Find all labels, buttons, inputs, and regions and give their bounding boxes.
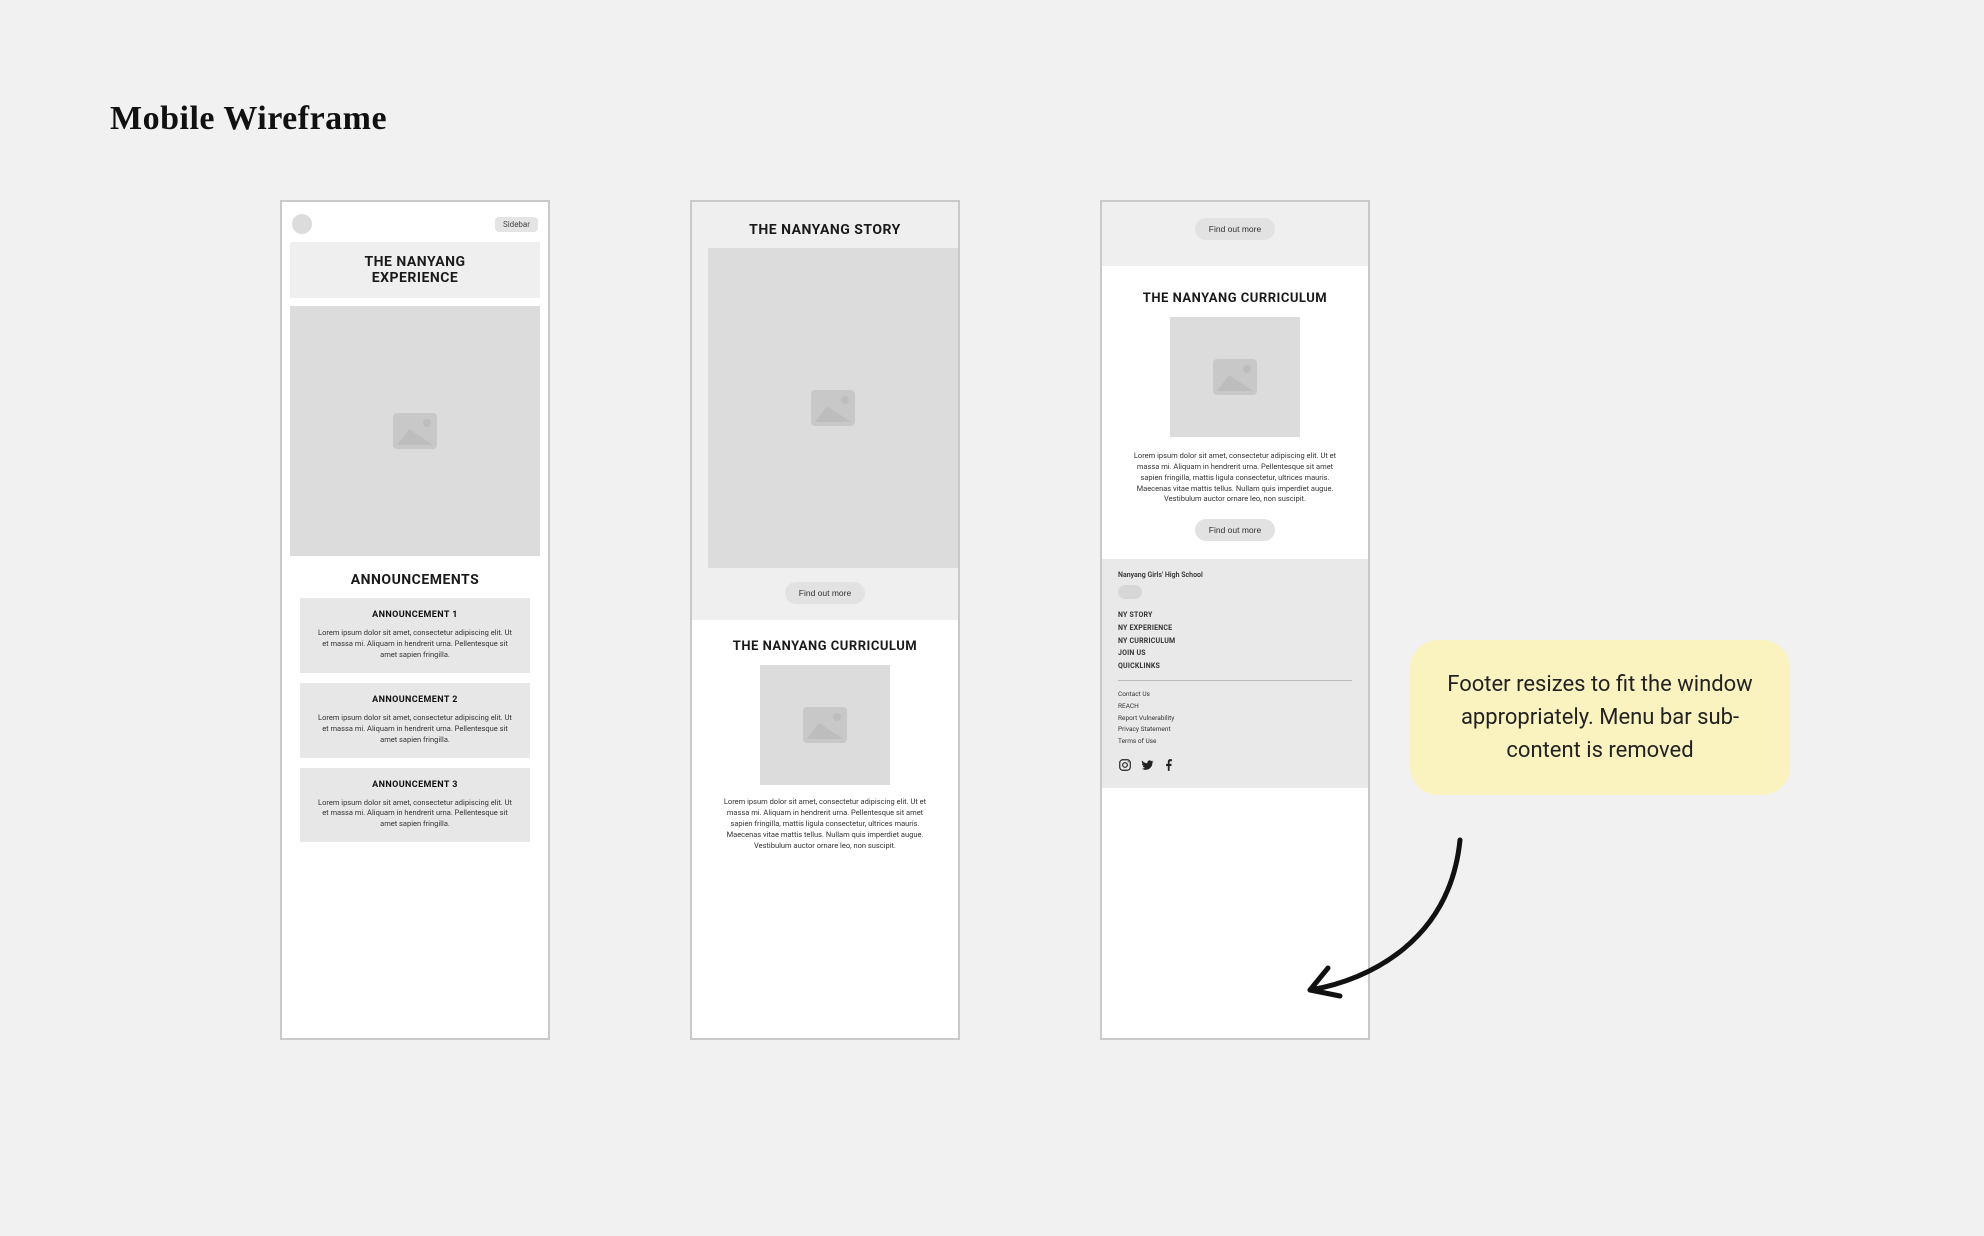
footer-nav-item[interactable]: NY CURRICULUM [1118,635,1352,648]
hero-block: THE NANYANG EXPERIENCE [290,242,540,298]
find-out-more-button[interactable]: Find out more [785,582,865,604]
image-icon [1213,359,1257,395]
story-heading: THE NANYANG STORY [700,222,950,238]
footer-nav-item[interactable]: JOIN US [1118,647,1352,660]
curriculum-heading: THE NANYANG CURRICULUM [1110,292,1360,307]
sidebar-chip[interactable]: Sidebar [495,217,538,232]
footer-link[interactable]: Terms of Use [1118,736,1352,748]
footer-secondary-nav: Contact Us REACH Report Vulnerability Pr… [1118,689,1352,747]
footer-logo-icon [1118,585,1142,599]
facebook-icon[interactable] [1162,758,1176,772]
image-icon [811,390,855,426]
footer-school-name: Nanyang Girls' High School [1118,571,1352,579]
footer-nav-item[interactable]: NY EXPERIENCE [1118,622,1352,635]
wireframe-canvas: Mobile Wireframe Sidebar THE NANYANG EXP… [0,0,1984,1236]
curriculum-body: Lorem ipsum dolor sit amet, consectetur … [1110,451,1360,505]
find-out-more-button[interactable]: Find out more [1195,519,1275,541]
card-body: Lorem ipsum dolor sit amet, consectetur … [314,713,516,746]
card-title: ANNOUNCEMENT 1 [314,610,516,620]
topbar: Sidebar [290,210,540,236]
footer-nav-item[interactable]: NY STORY [1118,609,1352,622]
card-title: ANNOUNCEMENT 3 [314,780,516,790]
card-title: ANNOUNCEMENT 2 [314,695,516,705]
logo-icon [292,214,312,234]
footer-nav-item[interactable]: QUICKLINKS [1118,660,1352,673]
announcements-heading: ANNOUNCEMENTS [290,572,540,588]
footer-divider [1118,680,1352,681]
find-out-more-button[interactable]: Find out more [1195,218,1275,240]
annotation-note: Footer resizes to fit the window appropr… [1410,640,1790,795]
image-placeholder [1170,317,1300,437]
image-placeholder [760,665,890,785]
footer-link[interactable]: Contact Us [1118,689,1352,701]
hero-title-line1: THE NANYANG [364,254,465,270]
announcement-card[interactable]: ANNOUNCEMENT 2 Lorem ipsum dolor sit ame… [300,683,530,758]
mobile-frame-3: Find out more THE NANYANG CURRICULUM Lor… [1100,200,1370,1040]
page-title: Mobile Wireframe [110,100,387,138]
footer-primary-nav: NY STORY NY EXPERIENCE NY CURRICULUM JOI… [1118,609,1352,672]
instagram-icon[interactable] [1118,758,1132,772]
image-icon [393,413,437,449]
image-placeholder [290,306,540,556]
footer-link[interactable]: Report Vulnerability [1118,713,1352,725]
hero-title-line2: EXPERIENCE [372,270,459,286]
announcement-card[interactable]: ANNOUNCEMENT 1 Lorem ipsum dolor sit ame… [300,598,530,673]
twitter-icon[interactable] [1140,758,1154,772]
curriculum-body: Lorem ipsum dolor sit amet, consectetur … [700,797,950,851]
announcement-card[interactable]: ANNOUNCEMENT 3 Lorem ipsum dolor sit ame… [300,768,530,843]
hero-title: THE NANYANG EXPERIENCE [296,254,534,286]
footer: Nanyang Girls' High School NY STORY NY E… [1102,559,1368,787]
curriculum-heading: THE NANYANG CURRICULUM [700,640,950,655]
image-icon [803,707,847,743]
frames-row: Sidebar THE NANYANG EXPERIENCE ANNOUNCEM… [280,200,1370,1040]
footer-link[interactable]: REACH [1118,701,1352,713]
card-body: Lorem ipsum dolor sit amet, consectetur … [314,798,516,831]
card-body: Lorem ipsum dolor sit amet, consectetur … [314,628,516,661]
mobile-frame-1: Sidebar THE NANYANG EXPERIENCE ANNOUNCEM… [280,200,550,1040]
mobile-frame-2: THE NANYANG STORY Find out more THE NANY… [690,200,960,1040]
footer-link[interactable]: Privacy Statement [1118,724,1352,736]
image-placeholder [708,248,958,568]
footer-socials [1118,758,1352,772]
